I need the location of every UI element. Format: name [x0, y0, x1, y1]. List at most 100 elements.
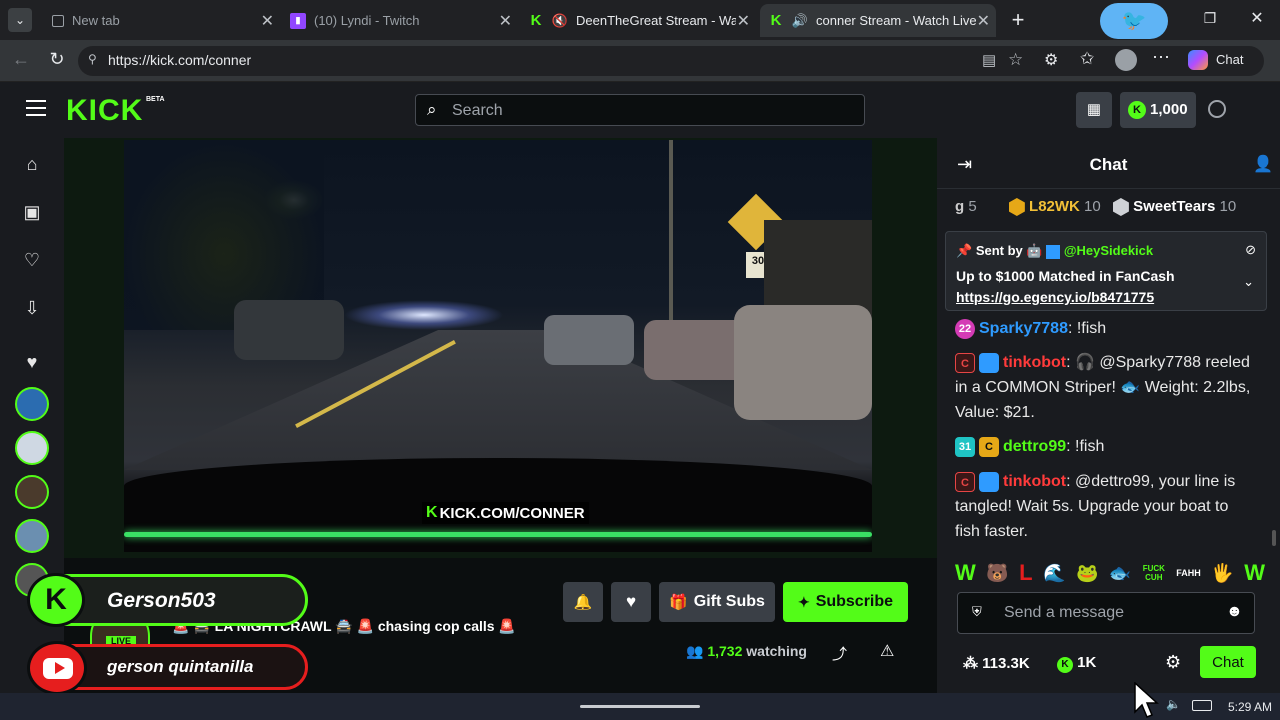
report-warning-icon[interactable]: ⚠: [880, 641, 894, 661]
subscribe-button[interactable]: ✦ Subscribe: [783, 582, 908, 622]
tab-list-dropdown-icon[interactable]: ⌄: [8, 8, 32, 32]
emote-l[interactable]: L: [1019, 560, 1032, 586]
restore-window-icon[interactable]: ❐: [1200, 10, 1220, 30]
reader-mode-icon[interactable]: ▤: [982, 51, 996, 69]
close-tab-icon[interactable]: ✕: [977, 11, 990, 31]
close-window-icon[interactable]: ✕: [1246, 8, 1268, 30]
browse-icon[interactable]: ▣: [20, 200, 44, 224]
followers-icon: ⁂: [963, 655, 978, 672]
copilot-icon[interactable]: [1188, 50, 1208, 70]
hamburger-menu-icon[interactable]: [26, 100, 46, 116]
favorite-star-icon[interactable]: ☆: [1008, 50, 1023, 70]
profile-menu-icon[interactable]: [1208, 100, 1226, 118]
gift-icon: 🎁: [669, 594, 688, 611]
emote-fish[interactable]: 🐟: [1109, 563, 1131, 584]
viewers-icon: 👥: [686, 643, 704, 659]
parked-car: [544, 315, 634, 365]
site-info-icon[interactable]: ⚲: [88, 52, 97, 66]
gift-subs-button[interactable]: 🎁 Gift Subs: [659, 582, 775, 622]
subscribe-label: Subscribe: [815, 593, 894, 610]
chat-send-button[interactable]: Chat: [1200, 646, 1256, 678]
followed-channel-avatar[interactable]: [15, 475, 49, 509]
close-tab-icon[interactable]: ✕: [261, 11, 274, 31]
back-arrow-icon[interactable]: ←: [10, 49, 32, 71]
more-menu-icon[interactable]: ⋯: [1152, 47, 1170, 68]
emote-w[interactable]: W: [1244, 560, 1265, 586]
emote-w[interactable]: W: [955, 560, 976, 586]
expand-pinned-icon[interactable]: ⌄: [1243, 274, 1254, 290]
emote-hand[interactable]: 🖐: [1211, 563, 1233, 584]
volume-icon[interactable]: 🔈: [1166, 697, 1181, 711]
profile-avatar[interactable]: [1115, 49, 1137, 71]
favorites-icon[interactable]: ✩: [1080, 49, 1094, 69]
search-icon: ⌕: [427, 100, 437, 119]
chat-username[interactable]: tinkobot: [1003, 354, 1066, 371]
new-tab-icon[interactable]: +: [1006, 6, 1030, 34]
followed-channel-avatar[interactable]: [15, 387, 49, 421]
chat-scrollbar[interactable]: [1272, 530, 1276, 546]
watching-label: watching: [746, 643, 807, 659]
taskbar-handle[interactable]: [580, 705, 700, 708]
extensions-icon[interactable]: ⚙: [1044, 50, 1058, 70]
followed-channel-avatar[interactable]: [15, 519, 49, 553]
drops-inventory-icon[interactable]: ▦: [1076, 92, 1112, 128]
audio-muted-icon[interactable]: 🔇: [552, 13, 568, 29]
followed-channel-avatar[interactable]: [15, 431, 49, 465]
emoji-picker-icon[interactable]: ☻: [1226, 603, 1243, 621]
battery-icon[interactable]: [1192, 700, 1212, 711]
chat-settings-gear-icon[interactable]: ⚙: [1165, 652, 1181, 673]
chat-message-input[interactable]: ⛨ Send a message ☻: [957, 592, 1255, 634]
hide-pinned-icon[interactable]: ⊘: [1245, 242, 1256, 258]
chat-text: : !fish: [1067, 320, 1107, 337]
beta-badge: BETA: [146, 96, 165, 103]
close-tab-icon[interactable]: ✕: [737, 11, 750, 31]
home-icon[interactable]: ⌂: [20, 152, 44, 176]
followed-channels-heart-icon[interactable]: ♥: [20, 350, 44, 374]
chat-message: 22 Sparky7788: !fish: [955, 316, 1255, 341]
share-icon[interactable]: ⤴: [832, 643, 847, 664]
url-text[interactable]: https://kick.com/conner: [108, 52, 251, 68]
video-player[interactable]: 30 K KICK.COM/CONNER: [124, 140, 872, 552]
utility-pole: [669, 140, 673, 340]
emote-bear[interactable]: 🐻: [986, 563, 1008, 584]
pinned-link[interactable]: https://go.egency.io/b8471775: [956, 289, 1154, 305]
close-tab-icon[interactable]: ✕: [499, 11, 512, 31]
tab-new-tab[interactable]: New tab ✕: [44, 4, 280, 37]
chat-username[interactable]: tinkobot: [1003, 473, 1066, 490]
tab-twitch[interactable]: ▮ (10) Lyndi - Twitch ✕: [282, 4, 518, 37]
kick-points-stat[interactable]: K 1K: [1057, 654, 1096, 673]
sub-badge-31: 31: [955, 436, 975, 457]
following-heart-icon[interactable]: ♡: [20, 248, 44, 272]
os-taskbar: ⌃ 🔈 5:29 AM: [0, 693, 1280, 720]
chat-users-icon[interactable]: 👤: [1253, 154, 1273, 174]
verified-badge-icon: [979, 352, 999, 373]
download-icon[interactable]: ⇩: [20, 296, 44, 320]
channel-badge-icon: C: [955, 352, 975, 373]
tab-title: New tab: [72, 13, 120, 28]
follow-heart-button[interactable]: ♥: [611, 582, 651, 622]
chat-username[interactable]: dettro99: [1003, 438, 1066, 455]
emote-frog[interactable]: 🐸: [1076, 563, 1098, 584]
audio-playing-icon[interactable]: 🔊: [792, 13, 808, 29]
emote-wave[interactable]: 🌊: [1043, 563, 1065, 584]
search-input[interactable]: ⌕ Search: [415, 94, 865, 126]
chat-text: : !fish: [1066, 438, 1105, 455]
leaderboard-name: L82WK: [1029, 198, 1080, 215]
emote-fuck-cuh[interactable]: FUCK CUH: [1142, 564, 1166, 582]
tab-title: DeenTheGreat Stream - Watch: [576, 13, 736, 28]
clock-time[interactable]: 5:29 AM: [1228, 700, 1272, 714]
kick-watermark-icon: K: [426, 504, 438, 521]
twitter-bird-icon[interactable]: 🐦: [1100, 3, 1168, 39]
kick-logo[interactable]: KICK BETA: [66, 94, 165, 128]
tab-conner[interactable]: K 🔊 conner Stream - Watch Live o ✕: [760, 4, 996, 37]
chat-message: Ctinkobot: 🎧 @Sparky7788 reeled in a COM…: [955, 350, 1255, 425]
notification-bell-button[interactable]: 🔔: [563, 582, 603, 622]
emote-fahh[interactable]: FAHH: [1176, 568, 1201, 578]
tab-deenthegreat[interactable]: K 🔇 DeenTheGreat Stream - Watch ✕: [520, 4, 756, 37]
pinned-message[interactable]: 📌 Sent by 🤖 @HeySidekick ⊘ Up to $1000 M…: [945, 231, 1267, 311]
parked-car: [734, 305, 872, 420]
copilot-chat-label[interactable]: Chat: [1216, 52, 1243, 67]
chat-username[interactable]: Sparky7788: [979, 320, 1068, 337]
kick-points-button[interactable]: K 1,000: [1120, 92, 1196, 128]
refresh-icon[interactable]: ↻: [46, 49, 68, 71]
